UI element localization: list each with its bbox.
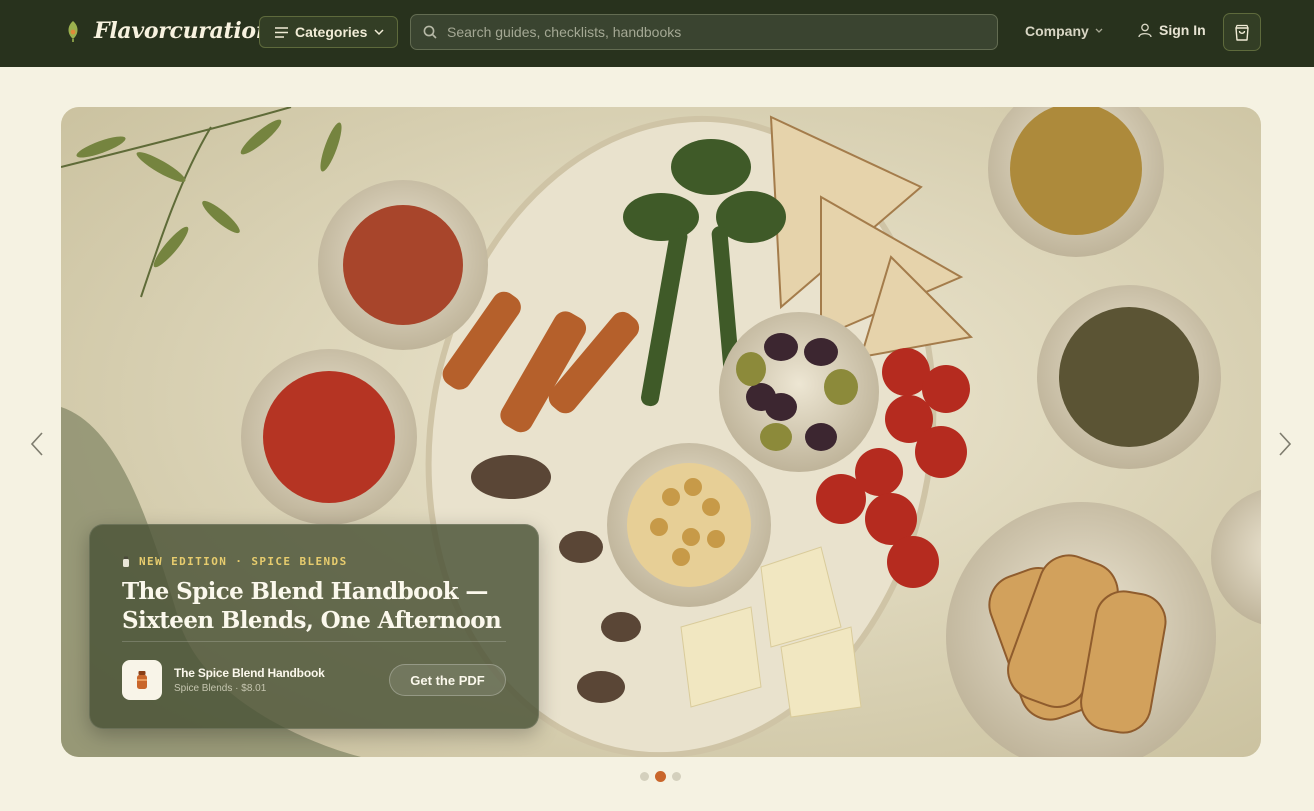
product-name: The Spice Blend Handbook (174, 666, 325, 680)
spice-jar-icon (137, 671, 147, 689)
chevron-left-icon (31, 432, 43, 456)
hero-title: The Spice Blend Handbook — Sixteen Blend… (122, 578, 502, 634)
card-divider (122, 641, 506, 642)
company-label: Company (1025, 23, 1089, 39)
featured-product-card: NEW EDITION · SPICE BLENDS The Spice Ble… (89, 524, 539, 729)
leaf-logo-icon (68, 21, 78, 42)
carousel-next-button[interactable] (1273, 428, 1297, 460)
chevron-right-icon (1279, 432, 1291, 456)
categories-label: Categories (295, 24, 368, 40)
carousel-dot-2-active[interactable] (655, 771, 666, 782)
carousel-prev-button[interactable] (25, 428, 49, 460)
company-menu[interactable]: Company (1025, 23, 1103, 39)
get-pdf-button[interactable]: Get the PDF (389, 664, 506, 696)
top-navigation-bar: Flavorcuration Categories Company Sign I… (0, 0, 1314, 67)
carousel-dot-3[interactable] (672, 772, 681, 781)
search-bar[interactable] (410, 14, 998, 50)
brand-logo[interactable]: Flavorcuration (64, 18, 272, 44)
chevron-down-icon (374, 28, 384, 35)
menu-icon (275, 26, 288, 38)
product-thumbnail (122, 660, 162, 700)
product-meta: Spice Blends · $8.01 (174, 683, 267, 694)
eyebrow-text: NEW EDITION · SPICE BLENDS (139, 555, 348, 568)
categories-button[interactable]: Categories (259, 16, 398, 48)
carousel-pagination (640, 771, 681, 782)
cart-button[interactable] (1223, 13, 1261, 51)
user-icon (1138, 23, 1152, 37)
sign-in-link[interactable]: Sign In (1138, 22, 1206, 38)
carousel-dot-1[interactable] (640, 772, 649, 781)
shopping-bag-icon (1235, 24, 1249, 41)
spice-jar-icon (123, 556, 129, 567)
sign-in-label: Sign In (1159, 22, 1206, 38)
hero-banner: NEW EDITION · SPICE BLENDS The Spice Ble… (61, 107, 1261, 757)
edition-eyebrow: NEW EDITION · SPICE BLENDS (122, 555, 348, 568)
brand-name: Flavorcuration (94, 18, 272, 44)
search-input[interactable] (447, 24, 967, 40)
search-icon (423, 25, 437, 39)
chevron-down-icon (1095, 28, 1103, 33)
